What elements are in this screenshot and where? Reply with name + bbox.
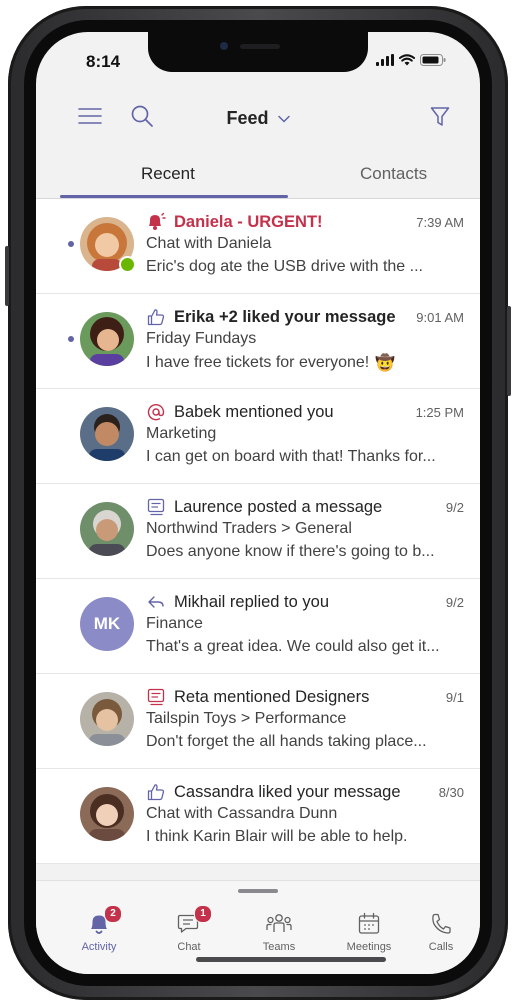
item-time: 1:25 PM	[415, 404, 464, 420]
avatar	[80, 787, 134, 841]
item-context: Tailspin Toys > Performance	[146, 710, 347, 727]
list-item[interactable]: Daniela - URGENT! 7:39 AM Chat with Dani…	[36, 199, 480, 294]
calendar-icon	[358, 912, 380, 934]
item-title: Mikhail replied to you	[174, 592, 329, 611]
filter-icon[interactable]	[430, 106, 450, 128]
like-icon	[147, 309, 165, 326]
feed-title: Feed	[226, 108, 269, 128]
tabbar-label: Meetings	[346, 941, 392, 953]
urgent-icon	[149, 212, 166, 230]
drag-handle[interactable]	[238, 889, 278, 893]
tabbar-label: Calls	[428, 941, 454, 953]
item-preview: I have free tickets for everyone!	[146, 354, 370, 371]
reply-icon	[148, 596, 164, 608]
list-item[interactable]: Reta mentioned Designers 9/1 Tailspin To…	[36, 674, 480, 769]
feed-dropdown[interactable]: Feed	[36, 108, 480, 129]
phone-icon	[432, 913, 451, 934]
item-preview: Does anyone know if there's going to b..…	[146, 543, 435, 560]
item-preview: That's a great idea. We could also get i…	[146, 638, 440, 655]
unread-indicator	[68, 336, 74, 342]
wifi-icon	[399, 54, 415, 66]
tabbar-teams[interactable]: Teams	[244, 911, 314, 953]
item-context: Friday Fundays	[146, 330, 257, 347]
list-item[interactable]: Laurence posted a message 9/2 Northwind …	[36, 484, 480, 579]
item-context: Marketing	[146, 425, 217, 442]
item-context: Northwind Traders > General	[146, 520, 352, 537]
battery-icon	[420, 54, 446, 66]
tabbar-chat[interactable]: 1 Chat	[154, 905, 224, 953]
tab-contacts[interactable]: Contacts	[360, 164, 427, 184]
activity-feed-list: Daniela - URGENT! 7:39 AM Chat with Dani…	[36, 199, 480, 864]
bottom-tab-bar: 2 Activity 1 Chat Teams Meetings Calls	[36, 880, 480, 974]
post-icon	[147, 498, 165, 516]
presence-available-icon	[119, 256, 136, 273]
app-header: Feed	[36, 92, 480, 148]
chevron-down-icon	[277, 116, 290, 123]
item-title: Laurence posted a message	[174, 497, 383, 516]
item-preview: I can get on board with that! Thanks for…	[146, 448, 436, 465]
item-context: Chat with Cassandra Dunn	[146, 805, 338, 822]
tabbar-label: Activity	[81, 941, 117, 953]
list-item[interactable]: MK Mikhail replied to you 9/2 Finance Th…	[36, 579, 480, 674]
unread-indicator	[68, 241, 74, 247]
screen: 8:14 Feed Recent Contacts Daniela - URGE…	[36, 32, 480, 974]
team-mention-icon	[147, 688, 165, 706]
tabbar-label: Chat	[177, 941, 201, 953]
item-time: 8/30	[438, 784, 464, 800]
item-preview: Eric's dog ate the USB drive with the ..…	[146, 258, 423, 275]
item-title: Daniela - URGENT!	[174, 212, 323, 231]
cowboy-emoji: 🤠	[375, 355, 396, 372]
item-time: 9/2	[445, 594, 464, 610]
tabbar-meetings[interactable]: Meetings	[334, 911, 404, 953]
status-icons	[376, 54, 446, 66]
tabbar-label: Teams	[262, 941, 296, 953]
status-time: 8:14	[86, 52, 121, 71]
side-button	[5, 246, 9, 306]
signal-icon	[376, 54, 394, 66]
item-time: 7:39 AM	[416, 214, 464, 230]
tabbar-activity[interactable]: 2 Activity	[64, 905, 134, 953]
item-title: Reta mentioned Designers	[174, 687, 370, 706]
notch	[148, 32, 368, 72]
item-time: 9:01 AM	[416, 309, 464, 325]
list-item[interactable]: Cassandra liked your message 8/30 Chat w…	[36, 769, 480, 864]
tab-recent[interactable]: Recent	[141, 164, 195, 184]
avatar: MK	[80, 597, 134, 651]
camera	[220, 42, 228, 50]
item-title: Babek mentioned you	[174, 402, 334, 421]
teams-icon	[266, 914, 292, 932]
avatar	[80, 692, 134, 746]
item-title: Erika +2 liked your message	[174, 307, 396, 326]
chat-badge: 1	[194, 905, 212, 923]
list-item[interactable]: Erika +2 liked your message 9:01 AM Frid…	[36, 294, 480, 389]
item-time: 9/1	[445, 689, 464, 705]
like-icon	[147, 784, 165, 801]
list-item[interactable]: Babek mentioned you 1:25 PM Marketing I …	[36, 389, 480, 484]
avatar-initials: MK	[80, 597, 134, 651]
side-button	[507, 306, 511, 396]
tabbar-calls[interactable]: Calls	[406, 911, 476, 953]
phone-frame: 8:14 Feed Recent Contacts Daniela - URGE…	[5, 6, 511, 1000]
active-tab-indicator	[60, 195, 288, 198]
item-title: Cassandra liked your message	[174, 782, 401, 801]
item-preview: Don't forget the all hands taking place.…	[146, 733, 427, 750]
item-context: Finance	[146, 615, 203, 632]
home-indicator	[196, 957, 386, 962]
activity-badge: 2	[104, 905, 122, 923]
speaker	[240, 44, 280, 49]
tab-strip: Recent Contacts	[36, 150, 480, 199]
item-time: 9/2	[445, 499, 464, 515]
avatar	[80, 502, 134, 556]
avatar	[80, 407, 134, 461]
item-preview: I think Karin Blair will be able to help…	[146, 828, 408, 845]
mention-icon	[147, 404, 165, 421]
avatar	[80, 312, 134, 366]
item-context: Chat with Daniela	[146, 235, 272, 252]
